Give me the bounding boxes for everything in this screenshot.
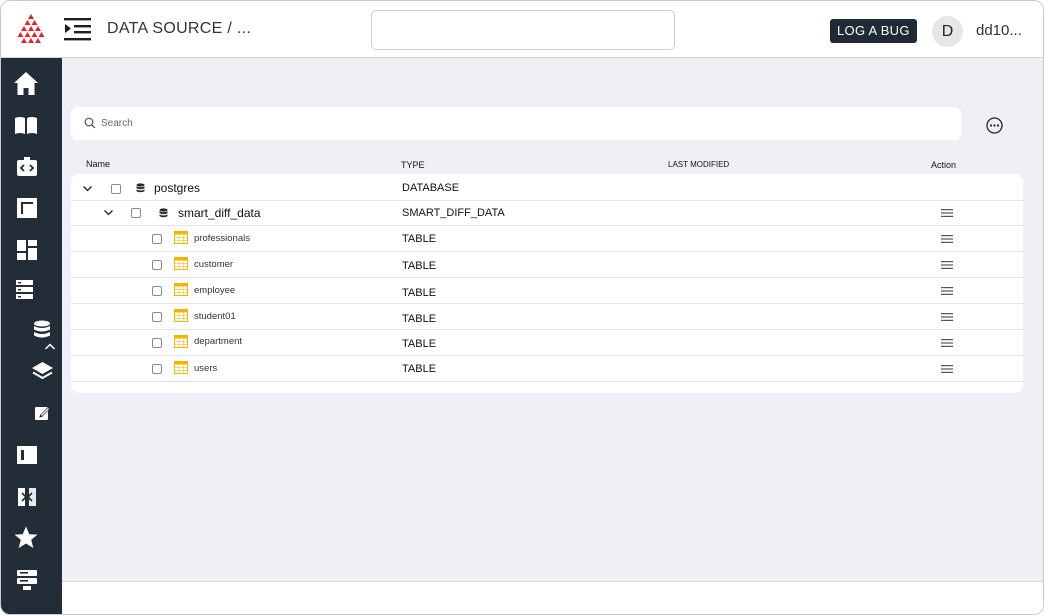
- column-header-name[interactable]: Name: [86, 159, 110, 169]
- breadcrumb[interactable]: DATA SOURCE / ...: [107, 20, 251, 38]
- footer-bar: [62, 581, 1043, 614]
- storage-icon[interactable]: [14, 567, 40, 593]
- column-header-last-modified[interactable]: LAST MODIFIED: [668, 160, 729, 169]
- row-type: DATABASE: [402, 182, 460, 194]
- row-name[interactable]: professionals: [194, 233, 250, 244]
- company-logo-icon[interactable]: [15, 13, 47, 45]
- table-row[interactable]: student01 TABLE: [71, 304, 1023, 330]
- row-name[interactable]: smart_diff_data: [178, 206, 261, 220]
- row-type: TABLE: [402, 287, 437, 299]
- top-header: DATA SOURCE / ... LOG A BUG D dd10...: [1, 1, 1043, 58]
- row-action-menu-icon[interactable]: [941, 312, 953, 322]
- row-checkbox[interactable]: [111, 184, 121, 194]
- search-icon: [84, 117, 96, 129]
- chevron-up-icon[interactable]: [44, 341, 56, 353]
- table-row[interactable]: employee TABLE: [71, 278, 1023, 304]
- row-action-menu-icon[interactable]: [941, 208, 953, 218]
- row-name[interactable]: postgres: [154, 181, 200, 195]
- layers-icon[interactable]: [31, 360, 54, 382]
- menu-toggle-icon[interactable]: [64, 17, 91, 41]
- row-checkbox[interactable]: [131, 208, 141, 218]
- home-icon[interactable]: [13, 71, 39, 97]
- column-header-type[interactable]: TYPE: [401, 160, 425, 170]
- row-action-menu-icon[interactable]: [941, 364, 953, 374]
- app-window: DATA SOURCE / ... LOG A BUG D dd10... Se…: [0, 0, 1044, 615]
- table-row[interactable]: smart_diff_data SMART_DIFF_DATA: [71, 200, 1023, 226]
- table-row[interactable]: postgres DATABASE: [71, 175, 1023, 201]
- row-checkbox[interactable]: [152, 312, 162, 322]
- chevron-down-icon[interactable]: [103, 207, 114, 218]
- row-checkbox[interactable]: [152, 338, 162, 348]
- row-action-menu-icon[interactable]: [941, 260, 953, 270]
- row-type: TABLE: [402, 338, 437, 350]
- sidebar: [1, 58, 62, 614]
- avatar[interactable]: D: [932, 16, 963, 47]
- row-name[interactable]: department: [194, 336, 242, 347]
- code-box-icon[interactable]: [14, 154, 40, 180]
- row-action-menu-icon[interactable]: [941, 286, 953, 296]
- row-action-menu-icon[interactable]: [941, 234, 953, 244]
- column-header-action[interactable]: Action: [931, 160, 956, 170]
- server-icon[interactable]: [13, 277, 39, 303]
- row-action-menu-icon[interactable]: [941, 338, 953, 348]
- panel-icon[interactable]: [14, 442, 40, 468]
- row-type: TABLE: [402, 363, 437, 375]
- table-row[interactable]: users TABLE: [71, 356, 1023, 382]
- table-row[interactable]: department TABLE: [71, 330, 1023, 356]
- database-icon[interactable]: [31, 319, 53, 341]
- chevron-down-icon[interactable]: [82, 183, 93, 194]
- database-icon: [159, 208, 168, 218]
- table-icon: [174, 309, 188, 322]
- row-name[interactable]: student01: [194, 311, 236, 322]
- more-options-icon[interactable]: [986, 117, 1003, 134]
- global-search-box[interactable]: [371, 10, 675, 50]
- table-icon: [174, 335, 188, 348]
- log-bug-button[interactable]: LOG A BUG: [830, 19, 917, 43]
- row-checkbox[interactable]: [152, 234, 162, 244]
- search-input[interactable]: [101, 114, 941, 133]
- row-type: SMART_DIFF_DATA: [402, 207, 505, 219]
- layout-icon[interactable]: [14, 195, 40, 221]
- dashboard-icon[interactable]: [14, 237, 40, 263]
- search-bar: [71, 107, 961, 140]
- username[interactable]: dd10...: [976, 22, 1022, 39]
- compare-icon[interactable]: [14, 484, 40, 510]
- edit-note-icon[interactable]: [34, 404, 51, 421]
- table-row[interactable]: customer TABLE: [71, 252, 1023, 278]
- data-source-tree-table: postgres DATABASE smart_diff_data SMART_…: [71, 174, 1023, 393]
- row-name[interactable]: customer: [194, 259, 233, 270]
- table-icon: [174, 361, 188, 374]
- table-icon: [174, 283, 188, 296]
- star-icon[interactable]: [13, 525, 39, 551]
- row-name[interactable]: users: [194, 363, 217, 374]
- table-icon: [174, 231, 188, 244]
- row-checkbox[interactable]: [152, 364, 162, 374]
- table-icon: [174, 257, 188, 270]
- database-icon: [136, 183, 145, 193]
- row-name[interactable]: employee: [194, 285, 235, 296]
- row-type: TABLE: [402, 260, 437, 272]
- row-checkbox[interactable]: [152, 286, 162, 296]
- book-icon[interactable]: [13, 113, 39, 139]
- table-row[interactable]: professionals TABLE: [71, 226, 1023, 252]
- row-type: TABLE: [402, 313, 437, 325]
- row-checkbox[interactable]: [152, 260, 162, 270]
- row-type: TABLE: [402, 233, 437, 245]
